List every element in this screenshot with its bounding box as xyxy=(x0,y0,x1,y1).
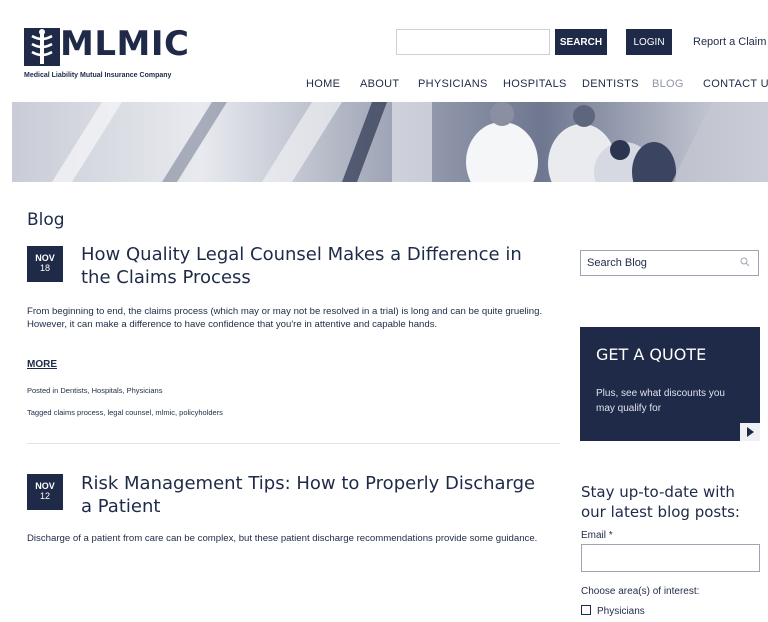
search-button[interactable]: SEARCH xyxy=(555,29,607,55)
post-date-day: 18 xyxy=(39,263,50,273)
post-date-badge: NOV 12 xyxy=(27,474,63,510)
post-divider xyxy=(27,443,560,444)
post-excerpt: From beginning to end, the claims proces… xyxy=(27,306,543,330)
physicians-checkbox-label: Physicians xyxy=(597,606,645,617)
quote-subtitle: Plus, see what discounts you may qualify… xyxy=(596,388,725,414)
physicians-checkbox[interactable] xyxy=(581,605,591,615)
main-nav: HOME ABOUT PHYSICIANS HOSPITALS DENTISTS… xyxy=(0,78,768,94)
logo-text: MLMIC xyxy=(60,24,190,64)
site-search-input[interactable] xyxy=(396,29,550,55)
blog-search-placeholder: Search Blog xyxy=(587,257,647,269)
nav-about[interactable]: ABOUT xyxy=(360,78,399,90)
quote-title: GET A QUOTE xyxy=(596,345,707,364)
post-date-day: 12 xyxy=(39,491,50,501)
post-date-month: NOV xyxy=(35,481,55,491)
interest-label: Choose area(s) of interest: xyxy=(581,586,700,597)
post-title-link[interactable]: How Quality Legal Counsel Makes a Differ… xyxy=(81,243,551,289)
hero-image xyxy=(52,102,768,182)
email-label: Email * xyxy=(581,530,613,541)
get-a-quote-panel[interactable]: GET A QUOTE Plus, see what discounts you… xyxy=(580,327,760,441)
nav-blog[interactable]: BLOG xyxy=(652,78,684,90)
search-icon[interactable] xyxy=(740,257,750,267)
post-date-month: NOV xyxy=(35,253,55,263)
nav-physicians[interactable]: PHYSICIANS xyxy=(418,78,488,90)
nav-contact-us[interactable]: CONTACT US xyxy=(703,78,768,90)
subscribe-heading: Stay up-to-date with our latest blog pos… xyxy=(581,483,740,521)
login-button[interactable]: LOGIN xyxy=(626,29,672,55)
page-title: Blog xyxy=(27,210,65,230)
nav-dentists[interactable]: DENTISTS xyxy=(582,78,639,90)
post-date-badge: NOV 18 xyxy=(27,246,63,282)
report-claim-link[interactable]: Report a Claim xyxy=(693,36,766,48)
nav-hospitals[interactable]: HOSPITALS xyxy=(503,78,567,90)
nav-home[interactable]: HOME xyxy=(306,78,340,90)
caduceus-icon xyxy=(24,28,60,66)
play-arrow-icon[interactable] xyxy=(740,423,760,441)
more-link[interactable]: MORE xyxy=(27,359,57,370)
interest-physicians-row[interactable]: Physicians xyxy=(581,605,645,617)
post-categories[interactable]: Posted in Dentists, Hospitals, Physician… xyxy=(27,386,162,395)
post-excerpt: Discharge of a patient from care can be … xyxy=(27,533,538,544)
email-field[interactable] xyxy=(581,544,760,572)
hero-banner xyxy=(12,102,768,182)
post-tags[interactable]: Tagged claims process, legal counsel, ml… xyxy=(27,408,223,417)
blog-search-input[interactable]: Search Blog xyxy=(580,250,759,276)
post-title-link[interactable]: Risk Management Tips: How to Properly Di… xyxy=(81,472,541,518)
page: MLMIC Medical Liability Mutual Insurance… xyxy=(0,0,768,622)
